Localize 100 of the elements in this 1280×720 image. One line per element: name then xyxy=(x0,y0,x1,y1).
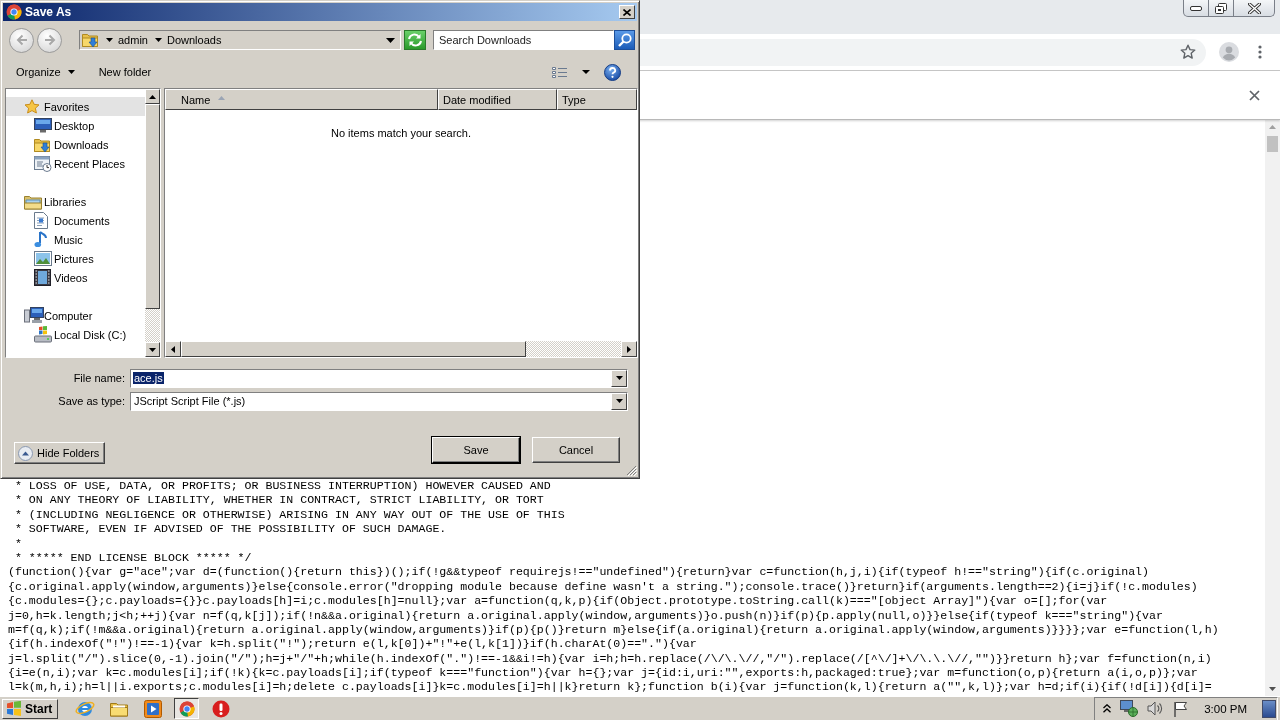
refresh-arrows-icon xyxy=(407,33,423,47)
hide-folders-button[interactable]: Hide Folders xyxy=(14,442,106,464)
dialog-button[interactable]: Cancel xyxy=(532,437,620,463)
arrow-down-icon xyxy=(1269,687,1276,691)
start-button[interactable]: Start xyxy=(2,698,59,719)
new-folder-button[interactable]: New folder xyxy=(95,61,155,83)
taskbar-button[interactable] xyxy=(174,698,200,719)
code-line: (function(){var g="ace";var d=(function(){return this})();if(!g&&typeof requirejs!=="undefined"){return}var c=function(h,j,i){if(typeof h!=="string"){if(c.original) xyxy=(8,565,1150,580)
library-folder-icon xyxy=(24,193,42,210)
show-desktop-button[interactable] xyxy=(1262,699,1276,718)
column-header[interactable]: Type xyxy=(557,89,637,110)
window-title: Save As xyxy=(25,5,73,19)
dropdown-button[interactable] xyxy=(611,369,627,387)
document-icon xyxy=(34,212,48,229)
code-line: j=0,h=k.length;j<h;++j){var n=f(q,k[j]);if(!n&&a.original){return a.original.apply(window,arguments)}o.push(n)}if(p){p.apply(null,o)}}else{if(typeof k==="string"){var xyxy=(8,608,1164,623)
picture-icon xyxy=(34,251,52,266)
empty-message: No items match your search. xyxy=(330,127,472,139)
nav-item[interactable]: Pictures xyxy=(6,249,145,268)
tray-button[interactable] xyxy=(1118,698,1141,719)
scroll-down-button[interactable] xyxy=(145,342,160,357)
nav-item[interactable]: Recent Places xyxy=(6,154,145,173)
flag-icon xyxy=(1173,700,1190,717)
code-line: * (INCLUDING NEGLIGENCE OR OTHERWISE) ARISING IN ANY WAY OUT OF THE USE OF THIS xyxy=(13,507,566,523)
column-header[interactable]: Name xyxy=(165,89,438,110)
list-view-icon xyxy=(552,65,568,79)
help-icon xyxy=(604,63,621,81)
code-line: {if(h.indexOf("!")!==-1){var k=h.split("!");return e(l,k[0])+"!"+e(l,k[1])}if(h.charAt(0)=="."){var xyxy=(8,637,698,652)
star-icon xyxy=(1180,44,1196,60)
scroll-up-button[interactable] xyxy=(145,89,160,104)
nav-item[interactable]: Libraries xyxy=(6,192,145,211)
arrow-right-icon xyxy=(43,34,56,46)
arrow-down-icon xyxy=(149,347,156,352)
refresh-button[interactable] xyxy=(404,30,426,50)
three-dots-icon xyxy=(1258,45,1262,59)
column-header[interactable]: Date modified xyxy=(438,89,557,110)
field-label: Save as type: xyxy=(57,395,125,407)
monitor-icon xyxy=(34,118,52,133)
recent-places-icon xyxy=(34,155,52,172)
caret-icon xyxy=(615,376,623,380)
code-line: l=k(m,h,i);h=l||i.exports;c.modules[i]=h;delete c.payloads[i]}k=c.modules[i]=h||k}return k};function b(i){var j=function(k,l){return a("",k,l)};var h=d;if(i){if(!d[i]){d[i]= xyxy=(8,680,1213,695)
collapse-up-icon xyxy=(18,445,33,461)
help-button[interactable] xyxy=(601,61,624,83)
code-line: {i=e(n,i);var k=c.modules[i];if(!k){k=c.payloads[i];if(typeof k==="function"){var h={};var j={id:i,uri:"",exports:h,packaged:true};var m=function(o,p){return a(i,o,p)};var xyxy=(8,666,1199,681)
avatar-icon xyxy=(1219,42,1239,62)
flag-logo-icon xyxy=(6,701,22,716)
restore-icon xyxy=(1215,2,1227,14)
address-field[interactable]: admin Downloads xyxy=(79,30,401,50)
code-line: * ON ANY THEORY OF LIABILITY, WHETHER IN CONTRACT, STRICT LIABILITY, OR TORT xyxy=(13,493,545,508)
nav-item[interactable]: Favorites xyxy=(6,97,145,116)
save-type-field[interactable]: JScript Script File (*.js) xyxy=(130,391,628,411)
caret-icon xyxy=(154,38,162,42)
computer-icon xyxy=(24,307,44,324)
download-folder-icon xyxy=(34,136,50,153)
arrow-up-icon xyxy=(1269,125,1276,129)
nav-item[interactable]: Local Disk (C:) xyxy=(6,325,145,344)
nav-item[interactable]: Videos xyxy=(6,268,145,287)
film-strip-icon xyxy=(34,269,51,286)
nav-item[interactable]: Downloads xyxy=(6,135,145,154)
clock-text: 3:00 PM xyxy=(1204,702,1247,715)
download-folder-icon xyxy=(82,32,98,48)
close-button[interactable] xyxy=(1248,88,1261,102)
nav-item[interactable]: Documents xyxy=(6,211,145,230)
code-line: * ***** END LICENSE BLOCK ***** */ xyxy=(13,550,253,566)
code-line: m=f(q,k);if(!m&&a.original){return a.original.apply(window,arguments)}if(p){p()}return m}else{if(a.original){return a.original.apply(window,arguments)}}}};var e=function(l,h) xyxy=(8,622,1220,638)
code-line: {c.modules={};c.payloads={}}c.payloads[h]=i;c.modules[h]=null};var a=function(q,k,p){if(Object.prototype.toString.call(k)==="[object Array]"){var o=[];for(var xyxy=(8,594,1109,609)
organize-menu-button[interactable]: Organize xyxy=(13,61,78,83)
sort-caret-icon xyxy=(218,96,226,100)
alert-circle-icon xyxy=(211,699,230,718)
scrollbar-thumb[interactable] xyxy=(181,341,526,357)
breadcrumb[interactable]: admin xyxy=(116,32,150,48)
caret-icon xyxy=(385,37,395,43)
dropdown-button[interactable] xyxy=(611,392,627,410)
scroll-right-button[interactable] xyxy=(621,341,637,357)
scrollbar-thumb[interactable] xyxy=(145,104,160,309)
code-line: * LOSS OF USE, DATA, OR PROFITS; OR BUSINESS INTERRUPTION) HOWEVER CAUSED AND xyxy=(13,479,552,494)
resize-grip-icon[interactable] xyxy=(626,465,637,476)
nav-item[interactable]: Music xyxy=(6,230,145,249)
dialog-button[interactable]: Save xyxy=(432,437,520,463)
arrow-up-icon xyxy=(149,94,156,99)
close-icon xyxy=(1247,2,1261,14)
nav-item[interactable]: Computer xyxy=(6,306,145,325)
bookmark-button[interactable] xyxy=(1179,43,1197,61)
file-name-field[interactable]: ace.js xyxy=(130,368,628,388)
field-label: File name: xyxy=(72,372,125,384)
nav-item[interactable]: Desktop xyxy=(6,116,145,135)
round-logo-icon xyxy=(6,4,22,20)
code-line: j=l.split("/").slice(0,-1).join("/");h=j+"/"+h;while(h.indexOf(".")!==-1&&i!=h){var i=h;h=h.replace(/\/\.\//,"/").replace(/[^\/]+\/\.\.\//,"")}}return h};var f=function(n,i) xyxy=(8,651,1213,667)
speaker-icon xyxy=(1147,701,1165,716)
network-icon xyxy=(1120,700,1139,717)
arrow-right-icon xyxy=(627,345,631,353)
scroll-left-button[interactable] xyxy=(165,341,181,357)
scrollbar-thumb[interactable] xyxy=(1267,136,1278,152)
breadcrumb[interactable]: Downloads xyxy=(164,32,224,48)
star-icon xyxy=(24,98,40,115)
code-line: * xyxy=(13,536,23,551)
folder-icon xyxy=(109,700,128,717)
disk-drive-icon xyxy=(34,326,52,343)
close-icon xyxy=(623,8,631,16)
search-button[interactable] xyxy=(614,30,635,50)
search-field[interactable]: Search Downloads xyxy=(433,30,614,50)
